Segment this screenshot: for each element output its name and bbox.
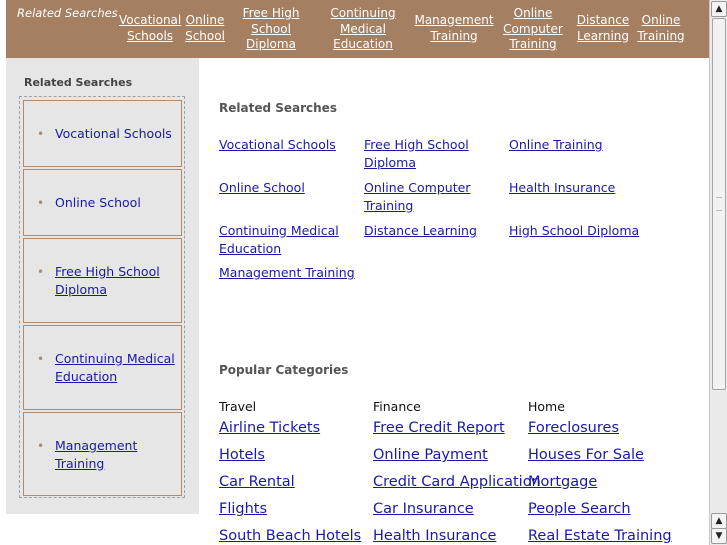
arrow-up-icon[interactable]: ▲: [711, 513, 727, 529]
related-link[interactable]: Online Training: [509, 136, 649, 154]
top-link-continuing-medical-education[interactable]: Continuing Medical Education: [328, 6, 398, 53]
top-link-online-training[interactable]: Online Training: [633, 13, 689, 44]
top-link-online-school[interactable]: Online School: [185, 13, 225, 44]
arrow-down-icon[interactable]: ▼: [711, 528, 727, 544]
category-link[interactable]: Real Estate Training: [528, 528, 672, 544]
sidebar-item-label[interactable]: Free High School Diploma: [55, 263, 175, 298]
related-link[interactable]: Continuing Medical Education: [219, 222, 344, 257]
sidebar-item-free-high-school-diploma[interactable]: • Free High School Diploma: [23, 238, 182, 323]
category-heading-home: Home: [528, 399, 565, 414]
category-link[interactable]: Houses For Sale: [528, 447, 644, 463]
top-related-bar: Related Searches Vocational Schools Onli…: [6, 0, 709, 58]
related-link[interactable]: Online School: [219, 179, 359, 197]
sidebar-title: Related Searches: [24, 76, 133, 89]
arrow-up-icon[interactable]: ▲: [711, 1, 727, 17]
category-link[interactable]: Airline Tickets: [219, 420, 320, 436]
sidebar-item-label[interactable]: Vocational Schools: [55, 125, 175, 143]
top-related-label: Related Searches: [17, 6, 118, 20]
top-link-management-training[interactable]: Management Training: [411, 13, 497, 44]
sidebar-item-vocational-schools[interactable]: • Vocational Schools: [23, 100, 182, 167]
category-link[interactable]: Hotels: [219, 447, 265, 463]
bullet-icon: •: [37, 127, 45, 141]
category-link[interactable]: Online Payment: [373, 447, 488, 463]
related-link[interactable]: High School Diploma: [509, 222, 649, 240]
sidebar: Related Searches • Vocational Schools • …: [6, 58, 199, 514]
sidebar-item-label[interactable]: Online School: [55, 194, 175, 212]
bullet-icon: •: [37, 439, 45, 453]
scrollbar-thumb[interactable]: [712, 18, 726, 390]
related-link[interactable]: Health Insurance: [509, 179, 649, 197]
category-link[interactable]: Credit Card Application: [373, 474, 541, 490]
related-searches-heading: Related Searches: [219, 101, 337, 115]
sidebar-item-label[interactable]: Continuing Medical Education: [55, 350, 175, 385]
category-link[interactable]: Car Insurance: [373, 501, 474, 517]
bullet-icon: •: [37, 196, 45, 210]
sidebar-item-continuing-medical-education[interactable]: • Continuing Medical Education: [23, 325, 182, 410]
sidebar-item-management-training[interactable]: • Management Training: [23, 412, 182, 496]
related-link[interactable]: Vocational Schools: [219, 136, 359, 154]
related-link[interactable]: Management Training: [219, 264, 359, 282]
category-link[interactable]: Foreclosures: [528, 420, 619, 436]
category-link[interactable]: Car Rental: [219, 474, 295, 490]
related-link[interactable]: Distance Learning: [364, 222, 504, 240]
category-link[interactable]: South Beach Hotels: [219, 528, 361, 544]
sidebar-item-label[interactable]: Management Training: [55, 437, 175, 472]
grip-icon: [716, 197, 722, 211]
sidebar-list: • Vocational Schools • Online School • F…: [19, 96, 185, 498]
popular-categories-heading: Popular Categories: [219, 363, 349, 377]
category-link[interactable]: Mortgage: [528, 474, 597, 490]
category-link[interactable]: People Search: [528, 501, 631, 517]
category-link[interactable]: Free Credit Report: [373, 420, 505, 436]
top-link-vocational-schools[interactable]: Vocational Schools: [119, 13, 181, 44]
category-heading-finance: Finance: [373, 399, 421, 414]
related-link[interactable]: Online Computer Training: [364, 179, 474, 214]
category-link[interactable]: Health Insurance: [373, 528, 496, 544]
bullet-icon: •: [37, 265, 45, 279]
sidebar-item-online-school[interactable]: • Online School: [23, 169, 182, 236]
vertical-scrollbar[interactable]: ▲ ▲ ▼: [709, 0, 727, 545]
bullet-icon: •: [37, 352, 45, 366]
top-link-online-computer-training[interactable]: Online Computer Training: [502, 6, 564, 53]
top-link-free-high-school-diploma[interactable]: Free High School Diploma: [235, 6, 307, 53]
related-link[interactable]: Free High School Diploma: [364, 136, 484, 171]
category-heading-travel: Travel: [219, 399, 257, 414]
top-link-distance-learning[interactable]: Distance Learning: [576, 13, 630, 44]
category-link[interactable]: Flights: [219, 501, 267, 517]
